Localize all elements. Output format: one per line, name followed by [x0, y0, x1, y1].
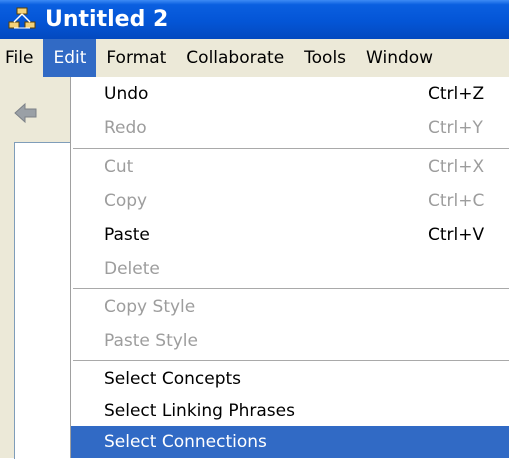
- menu-window[interactable]: Window: [356, 39, 443, 77]
- menu-format[interactable]: Format: [96, 39, 176, 77]
- menu-file[interactable]: File: [0, 39, 43, 77]
- menu-item-copy-style[interactable]: Copy Style: [71, 290, 509, 324]
- window-title: Untitled 2: [45, 7, 169, 32]
- title-bar[interactable]: Untitled 2: [0, 0, 509, 39]
- map-canvas[interactable]: [14, 142, 71, 459]
- menu-item-redo[interactable]: Redo Ctrl+Y: [71, 111, 509, 145]
- back-arrow-icon[interactable]: [12, 99, 40, 127]
- menu-item-delete[interactable]: Delete: [71, 252, 509, 286]
- menu-collaborate[interactable]: Collaborate: [176, 39, 294, 77]
- menu-tools[interactable]: Tools: [294, 39, 356, 77]
- menu-item-select-connections[interactable]: Select Connections: [71, 426, 509, 458]
- menu-item-undo[interactable]: Undo Ctrl+Z: [71, 77, 509, 111]
- menu-item-cut[interactable]: Cut Ctrl+X: [71, 150, 509, 184]
- edit-menu-dropdown: Undo Ctrl+Z Redo Ctrl+Y Cut Ctrl+X Copy …: [70, 77, 509, 458]
- menu-item-select-concepts[interactable]: Select Concepts: [71, 362, 509, 396]
- menu-item-copy[interactable]: Copy Ctrl+C: [71, 184, 509, 218]
- menu-edit[interactable]: Edit: [43, 39, 97, 77]
- concept-map-icon[interactable]: [8, 7, 36, 33]
- menu-item-paste[interactable]: Paste Ctrl+V: [71, 218, 509, 252]
- menu-bar: File Edit Format Collaborate Tools Windo…: [0, 39, 509, 77]
- menu-item-select-linking-phrases[interactable]: Select Linking Phrases: [71, 394, 509, 428]
- menu-item-paste-style[interactable]: Paste Style: [71, 324, 509, 358]
